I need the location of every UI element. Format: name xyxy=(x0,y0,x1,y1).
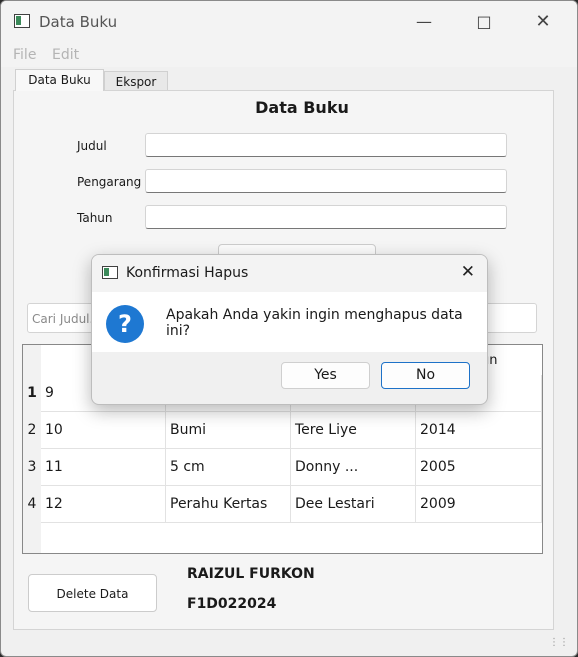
close-icon[interactable]: ✕ xyxy=(526,9,560,35)
dialog-message: Apakah Anda yakin ingin menghapus data i… xyxy=(166,307,463,339)
dialog-close-icon[interactable]: ✕ xyxy=(461,262,475,282)
table-cell[interactable]: Bumi xyxy=(166,412,291,449)
row-number: 1 xyxy=(23,375,41,412)
table-cell[interactable]: Tere Liye xyxy=(291,412,416,449)
form-title: Data Buku xyxy=(255,98,349,117)
table-cell[interactable]: Dee Lestari xyxy=(291,486,416,523)
table-cell[interactable]: Donny ... xyxy=(291,449,416,486)
table-cell[interactable]: 5 cm xyxy=(166,449,291,486)
maximize-icon[interactable]: □ xyxy=(467,9,501,35)
menu-file[interactable]: File xyxy=(13,47,36,63)
table-cell[interactable]: Perahu Kertas xyxy=(166,486,291,523)
tab-data-buku[interactable]: Data Buku xyxy=(15,69,104,91)
app-window-icon xyxy=(102,266,118,279)
table-cell[interactable]: 11 xyxy=(41,449,166,486)
table-cell[interactable]: 2009 xyxy=(416,486,542,523)
question-icon: ? xyxy=(106,305,144,343)
author-id: F1D022024 xyxy=(187,596,277,612)
pengarang-input[interactable] xyxy=(145,169,507,193)
pengarang-label: Pengarang xyxy=(77,175,142,189)
judul-label: Judul xyxy=(77,139,107,153)
judul-input[interactable] xyxy=(145,133,507,157)
tahun-label: Tahun xyxy=(77,211,113,225)
menu-edit[interactable]: Edit xyxy=(52,47,79,63)
title-bar: Data Buku — □ ✕ xyxy=(1,1,577,43)
resize-grip-icon[interactable]: ⋮⋮ xyxy=(549,637,569,648)
yes-button[interactable]: Yes xyxy=(281,362,370,389)
row-number: 4 xyxy=(23,486,41,523)
table-cell[interactable]: 10 xyxy=(41,412,166,449)
dialog-title-bar: Konfirmasi Hapus ✕ xyxy=(92,255,487,292)
row-number: 3 xyxy=(23,449,41,486)
table-row[interactable]: 3 11 5 cm Donny ... 2005 xyxy=(23,449,542,486)
menu-bar: File Edit xyxy=(1,43,577,67)
table-row[interactable]: 2 10 Bumi Tere Liye 2014 xyxy=(23,412,542,449)
table-cell[interactable]: 12 xyxy=(41,486,166,523)
confirm-delete-dialog: Konfirmasi Hapus ✕ ? Apakah Anda yakin i… xyxy=(91,254,488,405)
no-button[interactable]: No xyxy=(381,362,470,389)
table-row[interactable]: 4 12 Perahu Kertas Dee Lestari 2009 xyxy=(23,486,542,523)
app-window-icon xyxy=(14,14,30,28)
author-name: RAIZUL FURKON xyxy=(187,566,315,582)
dialog-title: Konfirmasi Hapus xyxy=(126,265,249,281)
delete-data-button[interactable]: Delete Data xyxy=(28,574,157,612)
tab-ekspor[interactable]: Ekspor xyxy=(104,71,168,91)
table-cell[interactable]: 2005 xyxy=(416,449,542,486)
tahun-input[interactable] xyxy=(145,205,507,229)
table-cell[interactable]: 2014 xyxy=(416,412,542,449)
minimize-icon[interactable]: — xyxy=(407,9,441,35)
window-title: Data Buku xyxy=(39,13,118,31)
row-number: 2 xyxy=(23,412,41,449)
dialog-body: ? Apakah Anda yakin ingin menghapus data… xyxy=(92,292,487,352)
